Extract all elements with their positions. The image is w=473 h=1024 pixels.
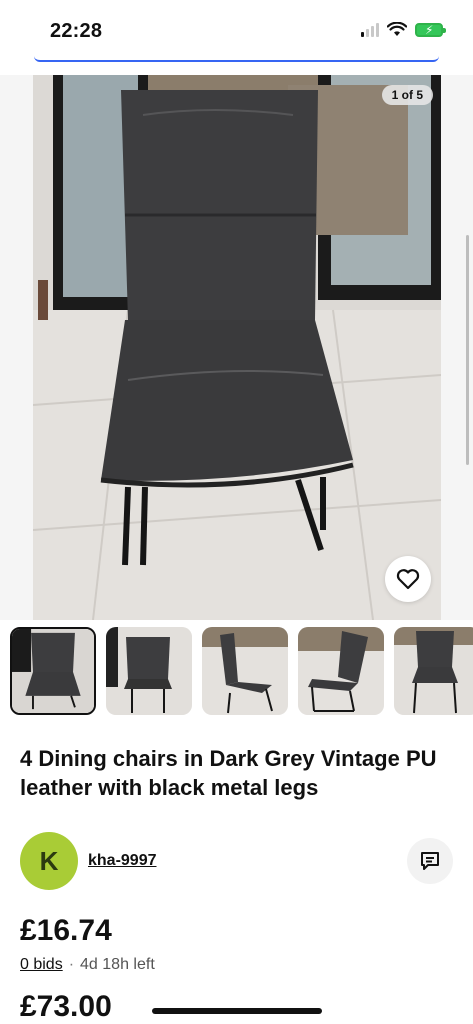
thumbnail-5[interactable]	[394, 627, 473, 715]
cellular-signal-icon	[361, 22, 379, 37]
buy-it-now-price: £73.00	[20, 990, 112, 1023]
message-seller-button[interactable]	[407, 838, 453, 884]
current-bid-price: £16.74	[20, 914, 112, 947]
watch-button[interactable]	[385, 556, 431, 602]
photo-gallery[interactable]: 1 of 5	[0, 75, 473, 620]
search-bar-edge	[34, 56, 439, 62]
thumbnail-3[interactable]	[202, 627, 288, 715]
thumbnail-1[interactable]	[10, 627, 96, 715]
battery-charging-icon: ⚡	[415, 22, 446, 37]
bids-info: 0 bids · 4d 18h left	[20, 956, 155, 974]
status-time: 22:28	[50, 20, 103, 42]
listing-title: 4 Dining chairs in Dark Grey Vintage PU …	[20, 746, 437, 800]
thumbnail-2[interactable]	[106, 627, 192, 715]
status-icons: ⚡	[361, 22, 446, 37]
seller-row[interactable]: K kha-9997	[20, 832, 453, 890]
bids-link[interactable]: 0 bids	[20, 956, 63, 974]
time-left: 4d 18h left	[80, 956, 155, 973]
status-bar: 22:28 ⚡	[0, 0, 473, 62]
seller-username-link[interactable]: kha-9997	[88, 852, 157, 870]
separator-dot: ·	[68, 956, 75, 973]
main-photo[interactable]: 1 of 5	[33, 75, 441, 620]
seller-avatar[interactable]: K	[20, 832, 78, 890]
heart-icon	[396, 569, 420, 590]
thumbnail-4[interactable]	[298, 627, 384, 715]
message-icon	[421, 852, 439, 870]
wifi-icon	[387, 22, 407, 36]
thumbnail-strip[interactable]	[10, 627, 473, 719]
photo-counter-badge: 1 of 5	[381, 85, 433, 105]
scrollbar[interactable]	[466, 235, 469, 465]
home-indicator[interactable]	[152, 1008, 322, 1014]
